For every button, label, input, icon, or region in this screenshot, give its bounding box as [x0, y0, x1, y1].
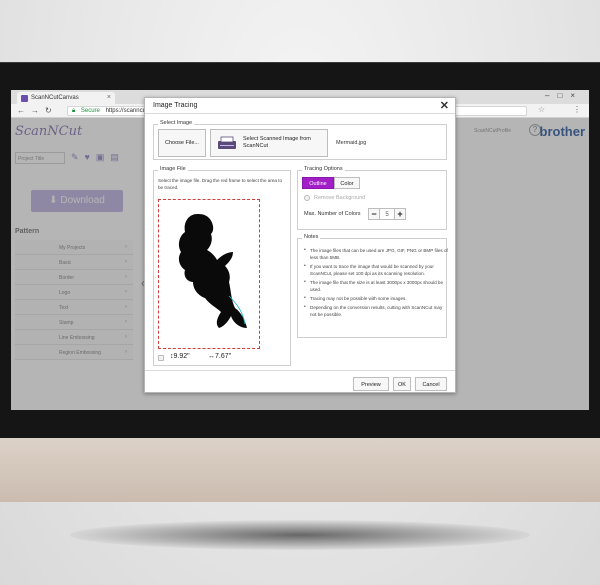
- select-image-title: Select Image: [158, 120, 195, 126]
- note-item: The image files that can be used are JPG…: [304, 247, 448, 261]
- image-file-title: Image File: [158, 166, 188, 172]
- bookmark-star-icon[interactable]: ☆: [538, 105, 545, 114]
- height-value: 9.92": [173, 353, 190, 360]
- choose-file-button[interactable]: Choose File...: [158, 129, 206, 157]
- decrease-colors-button[interactable]: −: [368, 208, 380, 220]
- note-item: If you want to trace the image that woul…: [304, 263, 448, 277]
- image-tracing-dialog: Image Tracing ✕ Select Image Choose File…: [144, 97, 456, 393]
- dialog-title: Image Tracing: [153, 102, 198, 109]
- selected-file-name: Mermaid.jpg: [336, 140, 367, 146]
- remove-background-checkbox[interactable]: [304, 195, 310, 201]
- window-controls[interactable]: –□×: [545, 91, 583, 100]
- browser-tab[interactable]: ScanNCutCanvas ×: [17, 92, 115, 104]
- scan-button-label: Select Scanned Image from ScanNCut: [243, 136, 311, 149]
- frame-lock-icon[interactable]: [158, 355, 164, 361]
- image-file-instructions: Select the image file. Drag the red fram…: [158, 178, 283, 190]
- browser-menu-icon[interactable]: ⋮: [573, 105, 581, 114]
- cancel-button[interactable]: Cancel: [415, 377, 447, 391]
- ok-button[interactable]: OK: [393, 377, 411, 391]
- trace-area-frame[interactable]: [158, 199, 260, 349]
- dialog-footer-divider: [145, 370, 455, 371]
- monitor-bezel: [0, 438, 600, 502]
- scanner-icon: [218, 136, 236, 149]
- increase-colors-button[interactable]: +: [394, 208, 406, 220]
- mermaid-silhouette: [178, 214, 247, 328]
- note-item: Tracing may not be possible with some im…: [304, 295, 448, 302]
- secure-label: Secure: [80, 108, 100, 114]
- select-scanned-image-button[interactable]: Select Scanned Image from ScanNCut: [210, 129, 328, 157]
- forward-icon[interactable]: →: [31, 106, 39, 115]
- width-value: 7.67": [215, 353, 232, 360]
- remove-background-label: Remove Background: [314, 195, 366, 201]
- notes-list: The image files that can be used are JPG…: [304, 247, 448, 320]
- dialog-header: Image Tracing ✕: [145, 98, 455, 114]
- select-image-group: Select Image Choose File... Select Scann…: [153, 120, 447, 160]
- width-readout: ↔7.67": [208, 353, 232, 360]
- close-icon[interactable]: ✕: [440, 99, 449, 112]
- back-icon[interactable]: ←: [17, 106, 25, 115]
- lock-icon: 🔒︎: [72, 108, 76, 114]
- preview-button[interactable]: Preview: [353, 377, 389, 391]
- notes-group: Notes The image files that can be used a…: [297, 234, 448, 338]
- reload-icon[interactable]: ↻: [45, 106, 52, 115]
- monitor-shadow: [70, 520, 530, 550]
- note-item: Depending on the conversion results, cut…: [304, 304, 448, 318]
- note-item: The image file that the size is at least…: [304, 279, 448, 293]
- height-readout: ↕9.92": [170, 353, 190, 360]
- image-file-group: Image File Select the image file. Drag t…: [153, 166, 291, 366]
- tracing-options-group: Tracing Options Outline Color Remove Bac…: [297, 166, 447, 230]
- max-colors-label: Max. Number of Colors: [304, 211, 361, 217]
- notes-title: Notes: [302, 234, 321, 240]
- tracing-options-title: Tracing Options: [302, 166, 345, 172]
- favicon-icon: [21, 95, 28, 102]
- color-toggle[interactable]: Color: [334, 177, 360, 189]
- close-tab-icon[interactable]: ×: [107, 94, 111, 101]
- outline-toggle[interactable]: Outline: [302, 177, 334, 189]
- tab-title: ScanNCutCanvas: [31, 95, 79, 101]
- max-colors-value: 5: [380, 208, 394, 220]
